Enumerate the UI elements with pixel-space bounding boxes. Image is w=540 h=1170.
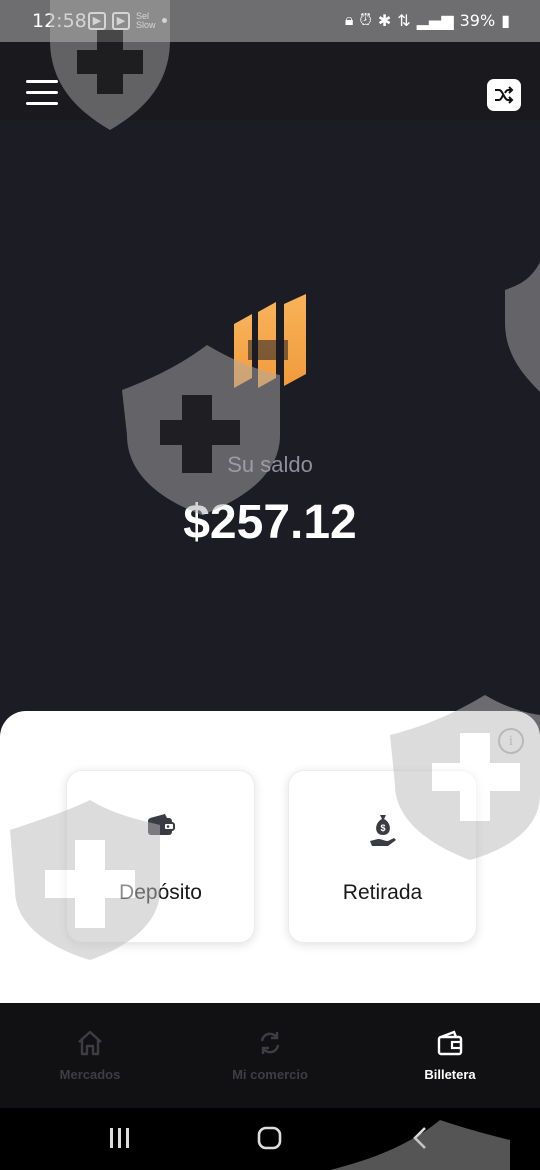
tab-mi-comercio[interactable]: Mi comercio [190, 1029, 350, 1082]
withdraw-button[interactable]: $ Retirada [288, 770, 477, 943]
app-header [0, 42, 540, 120]
battery-percent: 39% [459, 10, 496, 30]
refresh-icon [190, 1029, 350, 1063]
alarm-icon: ⏰︎ [359, 10, 372, 29]
bottom-tab-bar: Mercados Mi comercio Billetera [0, 1003, 540, 1108]
wallet-icon [370, 1029, 530, 1063]
play-box-icon: ▶ [112, 12, 130, 30]
deposit-button[interactable]: Depósito [66, 770, 255, 943]
dot-icon [161, 18, 167, 23]
wallet-icon [67, 813, 254, 842]
tab-billetera[interactable]: Billetera [370, 1029, 530, 1082]
withdraw-label: Retirada [342, 881, 423, 904]
data-arrows-icon: ⇅ [397, 10, 411, 30]
status-bar: 12:58 ▶ ▶ Sel Slow 🔒︎ ⏰︎ ✱ ⇅ ▂▄▆ 39% ▮ [0, 0, 540, 42]
deposit-label: Depósito [119, 881, 202, 904]
home-nav-icon[interactable] [257, 1125, 283, 1151]
play-box-icon: ▶ [88, 12, 106, 30]
tiny-text-icon: Sel Slow [136, 11, 156, 30]
back-icon[interactable] [410, 1125, 430, 1151]
tab-mercados[interactable]: Mercados [10, 1029, 170, 1082]
tab-label: Mercados [59, 1067, 121, 1082]
hamburger-icon[interactable] [26, 80, 58, 106]
recents-icon[interactable] [108, 1125, 132, 1151]
lock-icon: 🔒︎ [344, 10, 354, 29]
shuffle-button[interactable] [487, 79, 521, 111]
info-icon[interactable]: i [498, 728, 524, 754]
status-right-icons: 🔒︎ ⏰︎ ✱ ⇅ ▂▄▆ 39% ▮ [345, 10, 510, 30]
balance-value: $257.12 [183, 496, 357, 549]
system-nav-bar [0, 1108, 540, 1170]
home-icon [10, 1029, 170, 1063]
bluetooth-icon: ✱ [377, 10, 392, 30]
money-bag-hand-icon: $ [289, 813, 476, 854]
balance-label: Su saldo [227, 452, 313, 477]
actions-sheet: i Depósito $ Retirada [0, 711, 540, 1003]
shuffle-icon [495, 86, 514, 104]
status-left-icons: ▶ ▶ Sel Slow [88, 12, 167, 30]
balance-hero: Su saldo $257.12 [0, 120, 540, 720]
signal-icon: ▂▄▆ [416, 10, 454, 30]
battery-icon: ▮ [501, 10, 510, 30]
tab-label: Billetera [424, 1067, 476, 1082]
svg-text:$: $ [380, 823, 385, 833]
status-time: 12:58 [32, 10, 87, 32]
brand-logo [234, 294, 306, 388]
tab-label: Mi comercio [232, 1067, 308, 1082]
